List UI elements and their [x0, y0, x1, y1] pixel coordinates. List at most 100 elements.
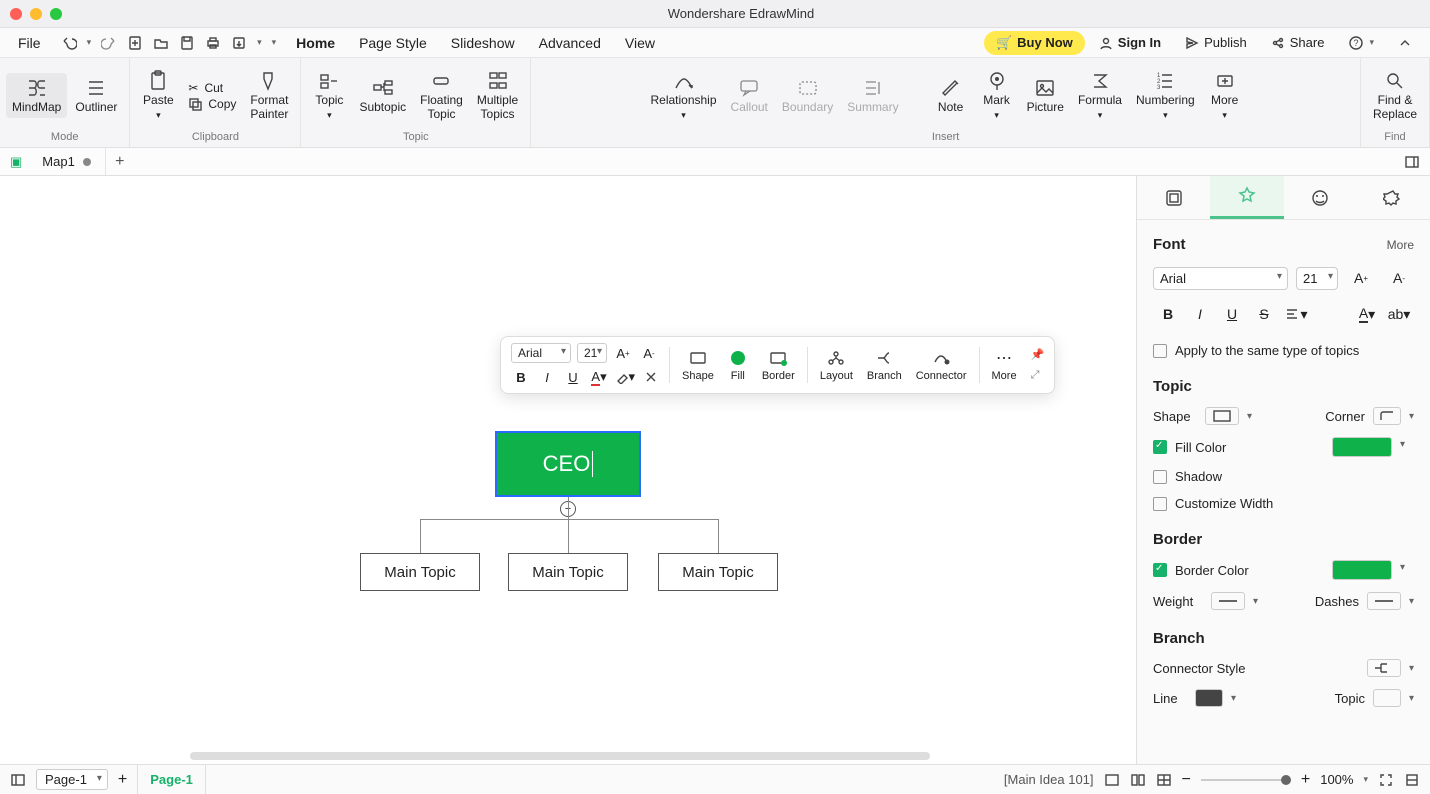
child-node-2[interactable]: Main Topic [508, 553, 628, 591]
page-select[interactable]: Page-1 [36, 769, 108, 790]
mini-font-size-select[interactable]: 21 [577, 343, 607, 363]
strikethrough-button[interactable]: S [1249, 301, 1279, 327]
mark-dropdown-icon[interactable]: ▾ [994, 110, 999, 121]
file-menu[interactable]: File [8, 31, 51, 55]
formula-dropdown-icon[interactable]: ▾ [1098, 110, 1103, 121]
tab-slideshow[interactable]: Slideshow [441, 31, 525, 55]
floating-topic-button[interactable]: Floating Topic [414, 66, 469, 124]
collapse-ribbon-button[interactable] [1388, 36, 1422, 50]
picture-button[interactable]: Picture [1021, 73, 1070, 118]
mini-highlight-icon[interactable]: ▾ [615, 367, 635, 387]
connector-style-dropdown-icon[interactable]: ▾ [1409, 663, 1414, 674]
tab-advanced[interactable]: Advanced [529, 31, 611, 55]
insert-more-dropdown-icon[interactable]: ▾ [1222, 110, 1227, 121]
line-dropdown-icon[interactable]: ▾ [1231, 693, 1236, 704]
export-icon[interactable] [231, 35, 247, 51]
increase-font-button[interactable]: A+ [1346, 265, 1376, 291]
font-size-select[interactable]: 21 [1296, 267, 1338, 290]
corner-select[interactable] [1373, 407, 1401, 425]
multiple-topics-button[interactable]: Multiple Topics [471, 66, 524, 124]
tab-view[interactable]: View [615, 31, 665, 55]
paste-dropdown-icon[interactable]: ▾ [156, 110, 161, 121]
branch-topic-dropdown-icon[interactable]: ▾ [1409, 693, 1414, 704]
view-mode-1-icon[interactable] [1104, 772, 1120, 788]
note-button[interactable]: Note [929, 73, 973, 118]
weight-select[interactable] [1211, 592, 1245, 610]
child-node-1[interactable]: Main Topic [360, 553, 480, 591]
relationship-dropdown-icon[interactable]: ▾ [681, 110, 686, 121]
paste-button[interactable]: Paste ▾ [136, 66, 180, 124]
mini-expand-icon[interactable]: ⤢ [1031, 369, 1045, 382]
mini-shape-button[interactable]: Shape [678, 348, 718, 382]
fit-screen-icon[interactable] [1378, 772, 1394, 788]
formula-button[interactable]: Formula ▾ [1072, 66, 1128, 124]
copy-button[interactable]: Copy [188, 97, 236, 111]
panel-tab-icons[interactable] [1284, 176, 1357, 219]
undo-dropdown-icon[interactable]: ▾ [87, 37, 92, 48]
sign-in-button[interactable]: Sign In [1089, 35, 1171, 50]
panel-tab-settings[interactable] [1357, 176, 1430, 219]
summary-button[interactable]: Summary [841, 73, 904, 118]
outliner-button[interactable]: Outliner [69, 73, 123, 118]
mini-decrease-font-icon[interactable]: A- [639, 343, 659, 363]
canvas[interactable]: Arial 21 A+ A- B I U A▾ ▾ [0, 176, 1136, 764]
mini-underline-icon[interactable]: U [563, 367, 583, 387]
mini-more-button[interactable]: ⋯ More [988, 348, 1021, 382]
connector-style-select[interactable] [1367, 659, 1401, 677]
underline-button[interactable]: U [1217, 301, 1247, 327]
buy-now-button[interactable]: 🛒 Buy Now [984, 31, 1085, 55]
panel-tab-style[interactable] [1210, 176, 1283, 219]
add-page-button[interactable]: + [118, 771, 127, 789]
share-button[interactable]: Share [1261, 35, 1335, 50]
mini-fill-button[interactable]: Fill [724, 348, 752, 382]
mini-italic-icon[interactable]: I [537, 367, 557, 387]
branch-topic-select[interactable] [1373, 689, 1401, 707]
close-window-icon[interactable] [10, 8, 22, 20]
zoom-in-button[interactable]: + [1301, 771, 1310, 789]
mini-border-button[interactable]: Border [758, 348, 799, 382]
tab-home[interactable]: Home [286, 31, 345, 55]
toggle-right-panel-button[interactable] [1394, 154, 1430, 170]
mini-bold-icon[interactable]: B [511, 367, 531, 387]
tab-page-style[interactable]: Page Style [349, 31, 437, 55]
publish-button[interactable]: Publish [1175, 35, 1257, 50]
mini-clear-format-icon[interactable] [641, 367, 661, 387]
zoom-slider[interactable] [1201, 779, 1291, 781]
mini-pin-icon[interactable]: 📌 [1031, 348, 1045, 361]
relationship-button[interactable]: Relationship ▾ [644, 66, 722, 124]
fill-color-swatch[interactable] [1332, 437, 1392, 457]
zoom-out-button[interactable]: − [1182, 771, 1191, 789]
border-color-checkbox[interactable] [1153, 563, 1167, 577]
page-tab[interactable]: Page-1 [137, 765, 206, 794]
align-button[interactable]: ▾ [1281, 301, 1311, 327]
decrease-font-button[interactable]: A- [1384, 265, 1414, 291]
export-dropdown-icon[interactable]: ▾ [257, 37, 262, 48]
bold-button[interactable]: B [1153, 301, 1183, 327]
corner-dropdown-icon[interactable]: ▾ [1409, 411, 1414, 422]
save-file-icon[interactable] [179, 35, 195, 51]
find-replace-button[interactable]: Find & Replace [1367, 66, 1423, 124]
dashes-select[interactable] [1367, 592, 1401, 610]
callout-button[interactable]: Callout [725, 73, 774, 118]
document-tab[interactable]: Map1 [28, 148, 106, 175]
mini-font-color-icon[interactable]: A▾ [589, 367, 609, 387]
mini-branch-button[interactable]: Branch [863, 348, 906, 382]
topic-button[interactable]: Topic ▾ [307, 66, 351, 124]
panel-tab-outline[interactable] [1137, 176, 1210, 219]
view-mode-2-icon[interactable] [1130, 772, 1146, 788]
undo-icon[interactable] [61, 35, 77, 51]
insert-more-button[interactable]: More ▾ [1203, 66, 1247, 124]
toggle-sidebar-icon[interactable] [10, 772, 26, 788]
dashes-dropdown-icon[interactable]: ▾ [1409, 596, 1414, 607]
new-tab-button[interactable]: + [106, 153, 134, 171]
font-family-select[interactable]: Arial [1153, 267, 1288, 290]
border-color-swatch[interactable] [1332, 560, 1392, 580]
shadow-checkbox[interactable] [1153, 470, 1167, 484]
numbering-dropdown-icon[interactable]: ▾ [1163, 110, 1168, 121]
font-color-button[interactable]: A▾ [1352, 301, 1382, 327]
horizontal-scrollbar[interactable] [190, 752, 930, 760]
mini-connector-button[interactable]: Connector [912, 348, 971, 382]
customize-width-checkbox[interactable] [1153, 497, 1167, 511]
help-button[interactable]: ? ▾ [1338, 35, 1384, 51]
italic-button[interactable]: I [1185, 301, 1215, 327]
